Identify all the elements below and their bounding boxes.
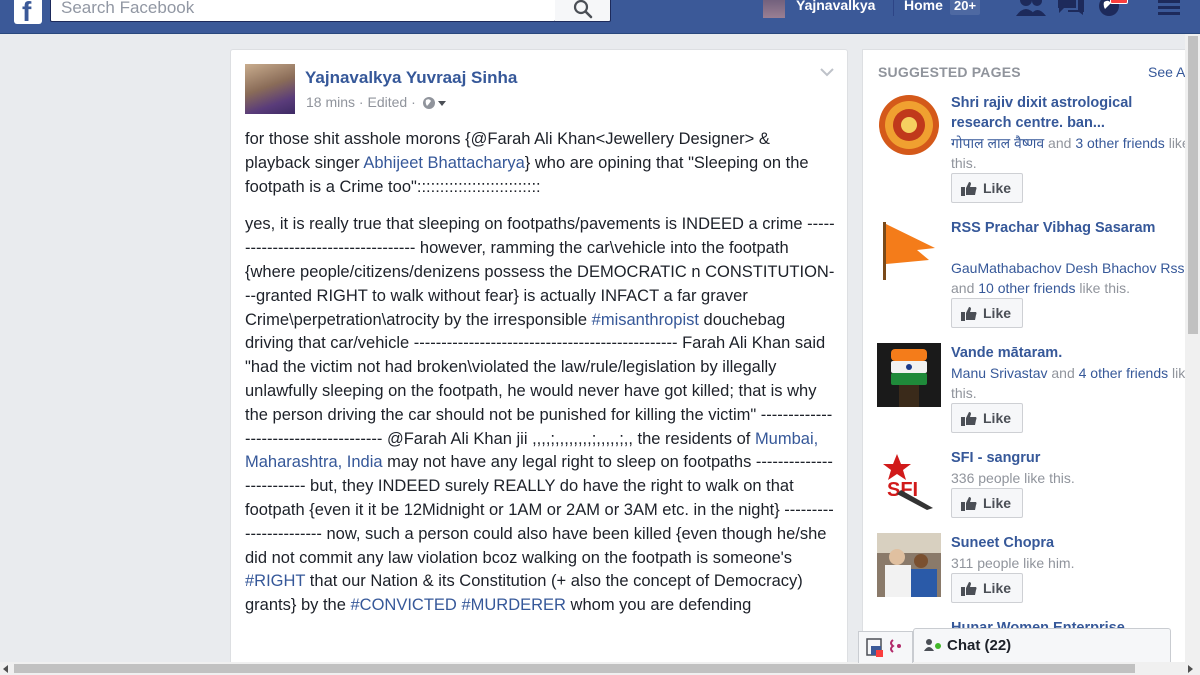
post-meta: 18 mins · Edited · (306, 94, 448, 110)
chat-tools-tab[interactable] (858, 631, 913, 663)
other-friends-link[interactable]: 10 other friends (978, 280, 1075, 296)
page-thumbnail-fist[interactable] (877, 343, 941, 407)
settings-menu-icon[interactable] (1158, 0, 1180, 16)
post-text-span: whom you are defending (565, 596, 752, 615)
privacy-globe-icon[interactable] (422, 96, 448, 110)
post-paragraph: yes, it is really true that sleeping on … (245, 213, 837, 618)
hashtag-link[interactable]: #RIGHT (245, 572, 305, 590)
friend-link[interactable]: Manu Srivastav (951, 365, 1047, 381)
like-page-button[interactable]: Like (951, 403, 1023, 433)
text-span: and (1047, 365, 1079, 381)
other-friends-link[interactable]: 3 other friends (1075, 135, 1165, 151)
nav-profile-link[interactable]: Yajnavalkya (796, 0, 875, 13)
author-avatar[interactable] (245, 64, 295, 114)
like-label: Like (983, 410, 1012, 426)
post-card: Yajnavalkya Yuvraaj Sinha 18 mins · Edit… (230, 49, 848, 675)
post-paragraph: for those shit asshole morons {@Farah Al… (245, 128, 837, 199)
page-name-link[interactable]: SFI - sangrur (951, 448, 1195, 468)
post-text-span: douchebag driving that car/vehicle -----… (245, 310, 833, 448)
thumbs-up-icon (961, 307, 977, 321)
chat-options-icon[interactable] (865, 637, 909, 659)
page-like-count: 336 people like this. (951, 470, 1075, 486)
suggested-pages-panel: SUGGESTED PAGES See A Shri rajiv dixit a… (862, 49, 1200, 675)
horizontal-scrollbar[interactable] (0, 662, 1200, 675)
top-navigation-bar: f Yajnavalkya Home 20+ (0, 0, 1200, 34)
post-timestamp[interactable]: 18 mins (306, 94, 355, 110)
like-label: Like (983, 305, 1012, 321)
horizontal-scroll-thumb[interactable] (14, 664, 1135, 673)
post-author-name[interactable]: Yajnavalkya Yuvraaj Sinha (305, 68, 517, 88)
vertical-scrollbar[interactable] (1185, 34, 1200, 662)
page-name-link[interactable]: Vande mātaram. (951, 343, 1195, 363)
nav-divider (893, 0, 894, 16)
page-name-link[interactable]: RSS Prachar Vibhag Sasaram (951, 218, 1195, 238)
post-edited-label[interactable]: Edited (367, 94, 407, 110)
like-page-button[interactable]: Like (951, 573, 1023, 603)
thumbs-up-icon (961, 182, 977, 196)
search-field[interactable] (50, 0, 556, 22)
facebook-logo-icon[interactable]: f (14, 0, 42, 26)
like-label: Like (983, 580, 1012, 596)
notification-count-badge (1110, 0, 1128, 4)
other-friends-link[interactable]: 4 other friends (1079, 365, 1169, 381)
search-button[interactable] (555, 0, 611, 22)
page-thumbnail-sfi-logo[interactable]: SFI (877, 448, 941, 512)
post-options-chevron-icon[interactable] (819, 66, 835, 78)
thumbs-up-icon (961, 412, 977, 426)
page-like-count: 311 people like him. (951, 555, 1075, 571)
chat-tab[interactable]: Chat (22) (913, 628, 1171, 662)
text-span: and (951, 280, 979, 296)
suggested-pages-title: SUGGESTED PAGES (878, 64, 1021, 80)
meta-separator: · (411, 94, 420, 110)
like-page-button[interactable]: Like (951, 173, 1023, 203)
text-span: and (1044, 135, 1076, 151)
page-thumbnail-astrology[interactable] (877, 93, 941, 157)
page-social-context: GauMathabachov Desh Bhachov Rss and 10 o… (951, 258, 1195, 298)
search-icon (573, 0, 593, 19)
tagged-person-link[interactable]: Abhijeet Bhattacharya (363, 154, 524, 172)
like-label: Like (983, 180, 1012, 196)
search-input[interactable] (51, 0, 555, 21)
user-avatar[interactable] (763, 0, 785, 18)
page-social-context: Manu Srivastav and 4 other friends like … (951, 363, 1195, 403)
page-thumbnail-photo[interactable] (877, 533, 941, 597)
chat-person-icon (924, 639, 934, 651)
thumbs-up-icon (961, 497, 977, 511)
hashtag-link[interactable]: #misanthropist (592, 311, 699, 329)
vertical-scroll-thumb[interactable] (1188, 36, 1198, 334)
scroll-right-arrow-icon[interactable] (1188, 665, 1193, 673)
friend-link[interactable]: गोपाल लाल वैष्णव (951, 135, 1044, 151)
hashtag-link[interactable]: #CONVICTED (351, 596, 457, 614)
chat-label: Chat (22) (947, 637, 1012, 654)
like-page-button[interactable]: Like (951, 298, 1023, 328)
see-all-link[interactable]: See A (1148, 64, 1185, 80)
like-page-button[interactable]: Like (951, 488, 1023, 518)
page-social-context: गोपाल लाल वैष्णव and 3 other friends lik… (951, 133, 1195, 173)
post-text: for those shit asshole morons {@Farah Al… (245, 128, 837, 632)
page-thumbnail-flag[interactable] (877, 218, 941, 282)
online-status-dot (935, 643, 941, 649)
friend-link[interactable]: GauMathabachov Desh Bhachov Rss (951, 260, 1184, 276)
text-span: like this. (1075, 280, 1131, 296)
home-count-badge: 20+ (950, 0, 981, 15)
messages-icon[interactable] (1056, 0, 1086, 16)
hashtag-link[interactable]: #MURDERER (461, 596, 566, 614)
scroll-left-arrow-icon[interactable] (3, 665, 8, 673)
page-name-link[interactable]: Suneet Chopra (951, 533, 1195, 553)
like-label: Like (983, 495, 1012, 511)
thumbs-up-icon (961, 582, 977, 596)
friend-requests-icon[interactable] (1016, 0, 1046, 16)
page-name-link[interactable]: Shri rajiv dixit astrological research c… (951, 93, 1195, 133)
nav-home-link[interactable]: Home (904, 0, 943, 13)
